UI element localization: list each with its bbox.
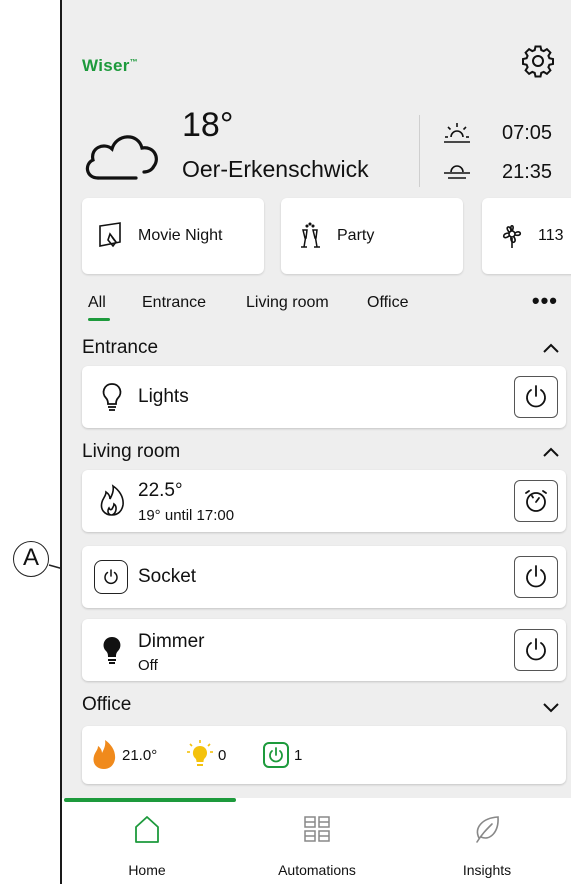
tab-office[interactable]: Office [367,294,409,312]
gear-icon[interactable] [521,44,555,78]
power-icon [526,385,546,408]
moment-party[interactable]: Party [281,198,463,274]
power-button[interactable] [514,376,558,418]
moment-label: 113 [538,227,564,244]
sunrise-row: 07:05 [442,118,567,148]
socket-power-icon [263,742,289,768]
flame-icon [100,484,124,516]
device-card-thermostat[interactable]: 22.5° 19° until 17:00 [82,470,566,532]
divider [419,115,420,187]
bottom-navigation: Home Automations Insights [62,798,571,884]
movie-night-icon [99,222,121,248]
phone-screen: Wiser™ 18° Oer-Erkenschwick 07:05 21:35 … [60,0,571,884]
moment-label: Movie Night [138,227,223,244]
section-title-living-room: Living room [82,441,181,462]
device-status: Off [138,657,158,674]
sunset-row: 21:35 [442,157,567,187]
office-lights-summary: 0 [186,726,226,784]
sunset-time: 21:35 [502,160,553,183]
home-icon [135,816,159,843]
flower-icon [502,224,522,248]
tab-living-room[interactable]: Living room [246,294,329,312]
timer-icon [525,490,547,512]
thermostat-temperature: 22.5° [138,480,183,501]
office-lights-value: 0 [218,746,227,764]
light-bulb-on-icon [187,740,213,766]
light-bulb-filled-icon [103,637,121,664]
power-button[interactable] [514,629,558,671]
wiser-logo: Wiser™ [82,56,138,75]
callout-marker: A [13,541,49,577]
moments-row: Movie Night Party 113 [82,198,571,274]
nav-home[interactable]: Home [62,798,232,884]
office-heating-value: 21.0° [122,746,158,764]
device-card-dimmer[interactable]: Dimmer Off [82,619,566,681]
current-temperature: 18° [182,106,234,144]
flame-icon [93,740,116,769]
leaf-icon [476,816,499,843]
chevron-up-icon[interactable] [541,445,561,459]
nav-insights[interactable]: Insights [402,798,571,884]
sunset-icon [444,165,470,179]
automations-icon [304,816,330,842]
device-card-lights[interactable]: Lights [82,366,566,428]
office-sockets-summary: 1 [262,726,302,784]
device-title: Lights [138,386,189,407]
sunrise-icon [444,123,470,143]
nav-automations[interactable]: Automations [232,798,402,884]
thermostat-schedule: 19° until 17:00 [138,507,235,524]
nav-automations-label: Automations [278,862,356,878]
power-button[interactable] [514,556,558,598]
room-tabs: All Entrance Living room Office ••• [84,288,564,324]
chevron-down-icon[interactable] [541,700,561,714]
boost-timer-button[interactable] [514,480,558,522]
device-title: Dimmer [138,631,205,652]
moment-113[interactable]: 113 [482,198,571,274]
nav-insights-label: Insights [462,862,512,878]
sunrise-time: 07:05 [502,121,553,144]
chevron-up-icon[interactable] [541,341,561,355]
moment-movie-night[interactable]: Movie Night [82,198,264,274]
header: Wiser™ 18° Oer-Erkenschwick 07:05 21:35 [62,0,571,190]
light-bulb-icon [102,383,122,411]
more-menu-button[interactable]: ••• [532,288,558,314]
device-title: Socket [138,566,197,587]
power-icon [104,569,118,585]
section-title-office: Office [82,694,132,715]
office-heating-summary: 21.0° [90,726,157,784]
moment-label: Party [337,227,375,244]
location-name: Oer-Erkenschwick [182,156,369,182]
tab-all[interactable]: All [88,294,110,321]
cloud-icon [85,135,158,180]
section-title-entrance: Entrance [82,337,159,358]
device-card-socket[interactable]: Socket [82,546,566,608]
socket-power-icon-frame[interactable] [94,560,128,594]
power-icon [526,565,546,588]
party-icon [301,222,320,248]
nav-home-label: Home [128,862,166,878]
tab-entrance[interactable]: Entrance [142,294,206,312]
power-icon [526,638,546,661]
office-summary-card[interactable]: 21.0° 0 1 [82,726,566,784]
office-sockets-value: 1 [294,746,303,764]
